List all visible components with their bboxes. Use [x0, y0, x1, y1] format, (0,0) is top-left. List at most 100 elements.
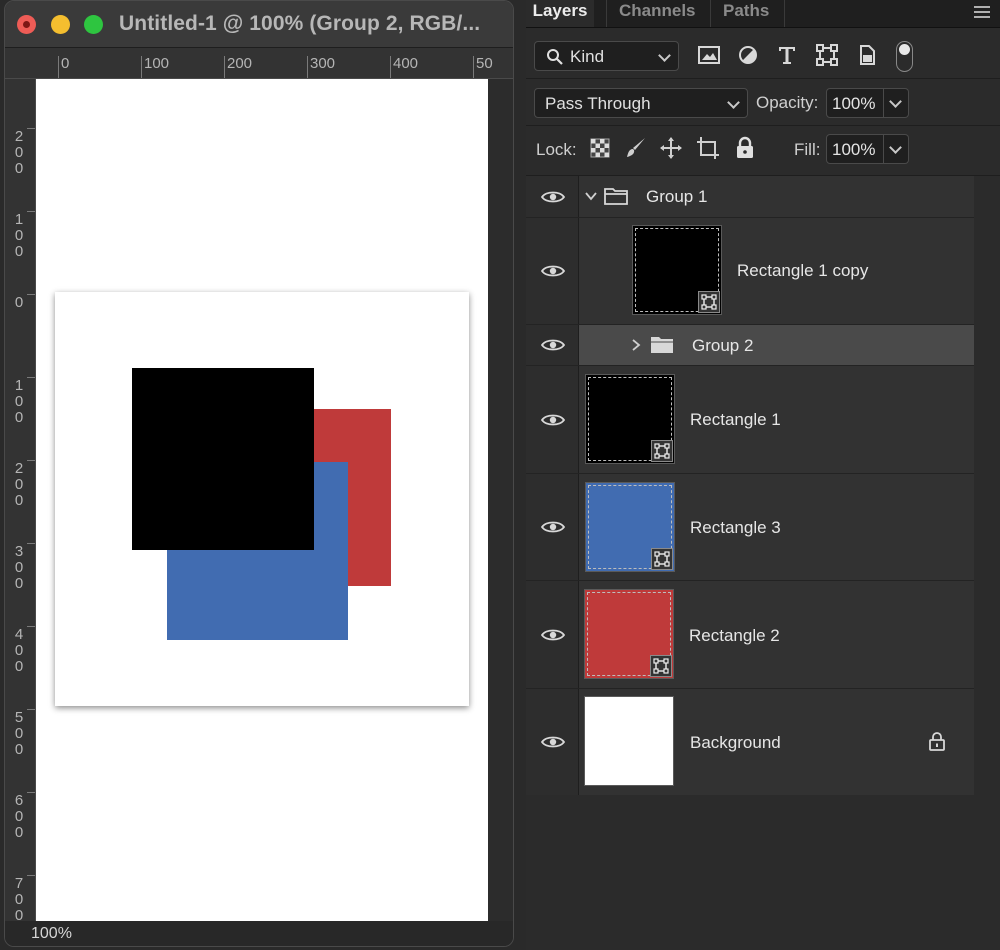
- ruler-tick: [27, 377, 35, 378]
- horizontal-ruler[interactable]: 0 100 200 300 400 50: [35, 48, 513, 79]
- ruler-tick: [27, 792, 35, 793]
- zoom-level[interactable]: 100%: [31, 925, 72, 943]
- smart-object-filter-icon[interactable]: [855, 43, 879, 67]
- eye-icon[interactable]: [541, 520, 565, 534]
- panel-menu-icon[interactable]: [974, 6, 990, 18]
- tab-separator: [784, 0, 785, 27]
- lock-position-icon[interactable]: [659, 136, 683, 160]
- window-close-button[interactable]: [17, 15, 36, 34]
- folder-icon: [604, 188, 628, 205]
- adjustment-filter-icon[interactable]: [736, 43, 760, 67]
- canvas-area[interactable]: [36, 79, 488, 921]
- vertical-ruler[interactable]: 2 0 0 1 0 0 0 1 0 0 2 0 0 3 0 0 4 0 0 5 …: [5, 79, 36, 921]
- divider: [526, 125, 1000, 126]
- shape-layer-icon: [651, 440, 673, 462]
- image-filter-icon[interactable]: [697, 43, 721, 67]
- ruler-tick: [27, 460, 35, 461]
- lock-all-icon[interactable]: [733, 136, 757, 160]
- lock-image-icon[interactable]: [624, 136, 648, 160]
- window-minimize-button[interactable]: [51, 15, 70, 34]
- lock-icon[interactable]: [928, 731, 946, 751]
- ruler-tick: [473, 56, 474, 78]
- ruler-label: 6 0 0: [14, 792, 24, 841]
- fill-input[interactable]: 100%: [826, 134, 884, 164]
- layer-row-group-1[interactable]: Group 1: [526, 176, 974, 217]
- tab-layers[interactable]: Layers: [526, 0, 594, 27]
- layer-thumbnail[interactable]: [584, 696, 674, 786]
- layer-name: Rectangle 3: [690, 518, 781, 537]
- tab-paths[interactable]: Paths: [711, 0, 781, 27]
- ruler-label: 300: [310, 55, 336, 72]
- layer-name: Background: [690, 733, 781, 752]
- layer-row-rectangle-1[interactable]: Rectangle 1: [526, 366, 974, 473]
- ruler-label: 1 0 0: [14, 377, 24, 426]
- eye-icon[interactable]: [541, 413, 565, 427]
- ruler-label: 2 0 0: [14, 128, 24, 177]
- layers-empty-area[interactable]: [526, 795, 1000, 950]
- ruler-label: 3 0 0: [14, 543, 24, 592]
- window-maximize-button[interactable]: [84, 15, 103, 34]
- vertical-scrollbar[interactable]: [488, 79, 513, 921]
- opacity-input[interactable]: 100%: [826, 88, 884, 118]
- lock-artboard-icon[interactable]: [696, 136, 720, 160]
- layers-panel: Layers Channels Paths Kind Pass Through …: [526, 0, 1000, 950]
- tab-channels[interactable]: Channels: [607, 0, 708, 27]
- ruler-tick: [27, 709, 35, 710]
- ruler-tick: [27, 543, 35, 544]
- shape-layer-icon: [698, 291, 720, 313]
- chevron-down-icon[interactable]: [585, 190, 597, 202]
- opacity-value: 100%: [832, 94, 876, 113]
- lock-transparent-icon[interactable]: [588, 136, 612, 160]
- ruler-label: 400: [393, 55, 419, 72]
- document-titlebar[interactable]: Untitled-1 @ 100% (Group 2, RGB/...: [5, 1, 513, 48]
- divider: [578, 366, 579, 473]
- eye-icon[interactable]: [541, 338, 565, 352]
- ruler-tick: [27, 875, 35, 876]
- ruler-label: 50: [476, 55, 493, 72]
- filter-toggle[interactable]: [896, 41, 913, 72]
- ruler-tick: [390, 56, 391, 78]
- layer-name: Rectangle 1 copy: [737, 261, 869, 280]
- filter-kind-select[interactable]: Kind: [534, 41, 679, 71]
- eye-icon[interactable]: [541, 628, 565, 642]
- layer-thumbnail[interactable]: [632, 225, 722, 315]
- ruler-label: 4 0 0: [14, 626, 24, 675]
- layer-thumbnail[interactable]: [584, 589, 674, 679]
- divider: [578, 474, 579, 580]
- divider: [578, 218, 579, 324]
- ruler-label: 1 0 0: [14, 211, 24, 260]
- folder-icon: [651, 337, 673, 353]
- eye-icon[interactable]: [541, 264, 565, 278]
- eye-icon[interactable]: [541, 735, 565, 749]
- ruler-corner[interactable]: [5, 48, 36, 79]
- layer-row-background[interactable]: Background: [526, 689, 974, 795]
- chevron-right-icon[interactable]: [630, 339, 642, 351]
- layer-name: Rectangle 2: [689, 626, 780, 645]
- chevron-down-icon: [727, 96, 740, 109]
- blend-mode-select[interactable]: Pass Through: [534, 88, 748, 118]
- eye-icon[interactable]: [541, 190, 565, 204]
- layer-thumbnail[interactable]: [585, 482, 675, 572]
- layer-row-rectangle-1-copy[interactable]: Rectangle 1 copy: [526, 218, 974, 324]
- layer-row-group-2[interactable]: Group 2: [526, 325, 974, 365]
- layer-row-rectangle-2[interactable]: Rectangle 2: [526, 581, 974, 688]
- document-artboard[interactable]: [55, 292, 469, 706]
- layer-thumbnail[interactable]: [585, 374, 675, 464]
- ruler-tick: [307, 56, 308, 78]
- layer-name: Rectangle 1: [690, 410, 781, 429]
- layer-row-rectangle-3[interactable]: Rectangle 3: [526, 474, 974, 580]
- search-icon: [547, 49, 563, 65]
- document-window: Untitled-1 @ 100% (Group 2, RGB/... 0 10…: [4, 0, 514, 947]
- opacity-dropdown-button[interactable]: [884, 88, 909, 118]
- fill-dropdown-button[interactable]: [884, 134, 909, 164]
- shape-filter-icon[interactable]: [815, 43, 839, 67]
- fill-label: Fill:: [794, 140, 821, 159]
- layer-name: Group 2: [692, 336, 754, 355]
- document-title: Untitled-1 @ 100% (Group 2, RGB/...: [119, 12, 481, 35]
- type-filter-icon[interactable]: [775, 43, 799, 67]
- rectangle-1-shape[interactable]: [132, 368, 314, 550]
- ruler-label: 0: [61, 55, 70, 72]
- blend-mode-value: Pass Through: [545, 94, 651, 113]
- fill-value: 100%: [832, 140, 876, 159]
- ruler-label: 5 0 0: [14, 709, 24, 758]
